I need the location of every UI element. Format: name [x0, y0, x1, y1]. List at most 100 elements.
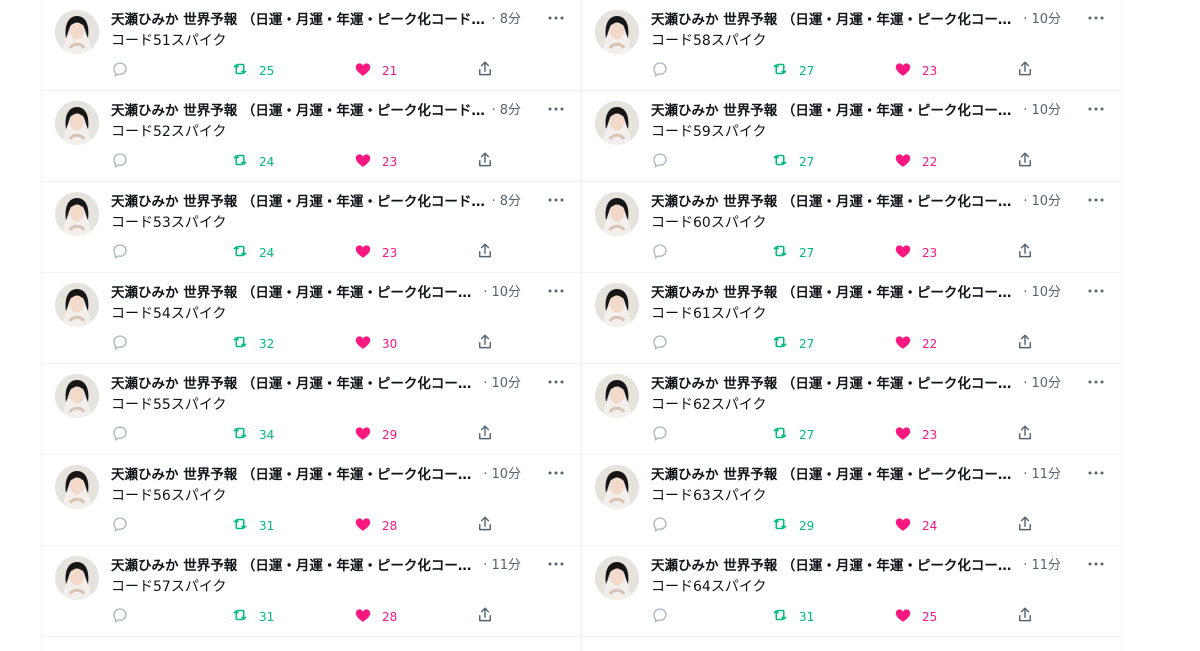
retweet-button[interactable]: 27: [771, 61, 814, 81]
tweet-time[interactable]: · 11分: [483, 556, 521, 576]
tweet[interactable]: 天瀬ひみか 世界予報 （日運・月運・年運・ピーク化コード緊急配信） · 10分 …: [582, 364, 1121, 455]
tweet[interactable]: 天瀬ひみか 世界予報 （日運・月運・年運・ピーク化コード緊急配信） · 8分 コ…: [42, 91, 581, 182]
tweet-time[interactable]: · 10分: [1023, 283, 1061, 303]
avatar[interactable]: [595, 192, 639, 236]
share-button[interactable]: [476, 152, 494, 172]
tweet[interactable]: 天瀬ひみか 世界予報 （日運・月運・年運・ピーク化コード緊急配信） · 11分 …: [582, 455, 1121, 546]
share-button[interactable]: [1016, 425, 1034, 445]
author-name[interactable]: 天瀬ひみか 世界予報 （日運・月運・年運・ピーク化コード緊急配信）: [111, 101, 487, 121]
tweet[interactable]: 天瀬ひみか 世界予報 （日運・月運・年運・ピーク化コード緊急配信） · 10分 …: [42, 455, 581, 546]
author-name[interactable]: 天瀬ひみか 世界予報 （日運・月運・年運・ピーク化コード緊急配信）: [111, 374, 479, 394]
tweet[interactable]: 天瀬ひみか 世界予報 （日運・月運・年運・ピーク化コード緊急配信） · 8分 コ…: [42, 0, 581, 91]
avatar[interactable]: [595, 556, 639, 600]
share-button[interactable]: [476, 334, 494, 354]
more-icon[interactable]: [545, 283, 567, 299]
reply-button[interactable]: [111, 61, 129, 81]
like-button[interactable]: 28: [354, 516, 397, 536]
like-button[interactable]: 30: [354, 334, 397, 354]
avatar[interactable]: [595, 101, 639, 145]
tweet[interactable]: 天瀬ひみか 世界予報 （日運・月運・年運・ピーク化コード緊急配信） · 10分 …: [42, 364, 581, 455]
share-button[interactable]: [476, 61, 494, 81]
reply-button[interactable]: [651, 334, 669, 354]
like-button[interactable]: 25: [894, 607, 937, 627]
retweet-button[interactable]: 27: [771, 243, 814, 263]
reply-button[interactable]: [651, 425, 669, 445]
retweet-button[interactable]: 34: [231, 425, 274, 445]
avatar[interactable]: [55, 556, 99, 600]
like-button[interactable]: 21: [354, 61, 397, 81]
tweet[interactable]: 天瀬ひみか 世界予報 （日運・月運・年運・ピーク化コード緊急配信） · 10分 …: [582, 273, 1121, 364]
like-button[interactable]: 23: [354, 152, 397, 172]
tweet-time[interactable]: · 10分: [483, 465, 521, 485]
reply-button[interactable]: [111, 516, 129, 536]
reply-button[interactable]: [651, 607, 669, 627]
share-button[interactable]: [1016, 607, 1034, 627]
tweet[interactable]: 天瀬ひみか 世界予報 （日運・月運・年運・ピーク化コード緊急配信） · 10分 …: [582, 91, 1121, 182]
retweet-button[interactable]: 29: [771, 516, 814, 536]
retweet-button[interactable]: 31: [231, 516, 274, 536]
avatar[interactable]: [55, 283, 99, 327]
tweet[interactable]: 天瀬ひみか 世界予報 （日運・月運・年運・ピーク化コード緊急配信） · 10分 …: [582, 0, 1121, 91]
more-icon[interactable]: [545, 10, 567, 26]
author-name[interactable]: 天瀬ひみか 世界予報 （日運・月運・年運・ピーク化コード緊急配信）: [111, 283, 479, 303]
tweet-time[interactable]: · 11分: [1023, 556, 1061, 576]
share-button[interactable]: [476, 516, 494, 536]
author-name[interactable]: 天瀬ひみか 世界予報 （日運・月運・年運・ピーク化コード緊急配信）: [651, 374, 1019, 394]
more-icon[interactable]: [545, 101, 567, 117]
share-button[interactable]: [1016, 152, 1034, 172]
tweet-time[interactable]: · 11分: [1023, 465, 1061, 485]
more-icon[interactable]: [1085, 374, 1107, 390]
like-button[interactable]: 23: [354, 243, 397, 263]
retweet-button[interactable]: 24: [231, 243, 274, 263]
tweet[interactable]: 天瀬ひみか 世界予報 （日運・月運・年運・ピーク化コード緊急配信） · 10分 …: [582, 182, 1121, 273]
reply-button[interactable]: [111, 334, 129, 354]
retweet-button[interactable]: 31: [771, 607, 814, 627]
author-name[interactable]: 天瀬ひみか 世界予報 （日運・月運・年運・ピーク化コード緊急配信）: [651, 101, 1019, 121]
avatar[interactable]: [55, 10, 99, 54]
avatar[interactable]: [55, 192, 99, 236]
tweet-time[interactable]: · 10分: [1023, 374, 1061, 394]
share-button[interactable]: [1016, 334, 1034, 354]
tweet-time[interactable]: · 10分: [1023, 10, 1061, 30]
retweet-button[interactable]: 27: [771, 425, 814, 445]
share-button[interactable]: [476, 243, 494, 263]
share-button[interactable]: [476, 607, 494, 627]
retweet-button[interactable]: 25: [231, 61, 274, 81]
tweet-time[interactable]: · 8分: [491, 192, 521, 212]
tweet-time[interactable]: · 8分: [491, 10, 521, 30]
more-icon[interactable]: [545, 465, 567, 481]
like-button[interactable]: 28: [354, 607, 397, 627]
retweet-button[interactable]: 27: [771, 152, 814, 172]
more-icon[interactable]: [1085, 283, 1107, 299]
reply-button[interactable]: [651, 516, 669, 536]
retweet-button[interactable]: 31: [231, 607, 274, 627]
like-button[interactable]: 29: [354, 425, 397, 445]
reply-button[interactable]: [111, 607, 129, 627]
author-name[interactable]: 天瀬ひみか 世界予報 （日運・月運・年運・ピーク化コード緊急配信）: [651, 283, 1019, 303]
reply-button[interactable]: [111, 425, 129, 445]
avatar[interactable]: [595, 465, 639, 509]
like-button[interactable]: 23: [894, 425, 937, 445]
retweet-button[interactable]: 27: [771, 334, 814, 354]
avatar[interactable]: [595, 283, 639, 327]
share-button[interactable]: [1016, 243, 1034, 263]
reply-button[interactable]: [111, 243, 129, 263]
more-icon[interactable]: [1085, 465, 1107, 481]
tweet[interactable]: 天瀬ひみか 世界予報 （日運・月運・年運・ピーク化コード緊急配信） · 11分 …: [582, 546, 1121, 637]
tweet-time[interactable]: · 10分: [483, 374, 521, 394]
tweet[interactable]: 天瀬ひみか 世界予報 （日運・月運・年運・ピーク化コード緊急配信） · 11分 …: [42, 546, 581, 637]
reply-button[interactable]: [651, 61, 669, 81]
like-button[interactable]: 23: [894, 61, 937, 81]
author-name[interactable]: 天瀬ひみか 世界予報 （日運・月運・年運・ピーク化コード緊急配信）: [111, 192, 487, 212]
reply-button[interactable]: [111, 152, 129, 172]
like-button[interactable]: 23: [894, 243, 937, 263]
retweet-button[interactable]: 32: [231, 334, 274, 354]
avatar[interactable]: [55, 465, 99, 509]
more-icon[interactable]: [1085, 10, 1107, 26]
like-button[interactable]: 24: [894, 516, 937, 536]
reply-button[interactable]: [651, 243, 669, 263]
more-icon[interactable]: [1085, 192, 1107, 208]
more-icon[interactable]: [545, 192, 567, 208]
author-name[interactable]: 天瀬ひみか 世界予報 （日運・月運・年運・ピーク化コード緊急配信）: [651, 556, 1019, 576]
retweet-button[interactable]: 24: [231, 152, 274, 172]
